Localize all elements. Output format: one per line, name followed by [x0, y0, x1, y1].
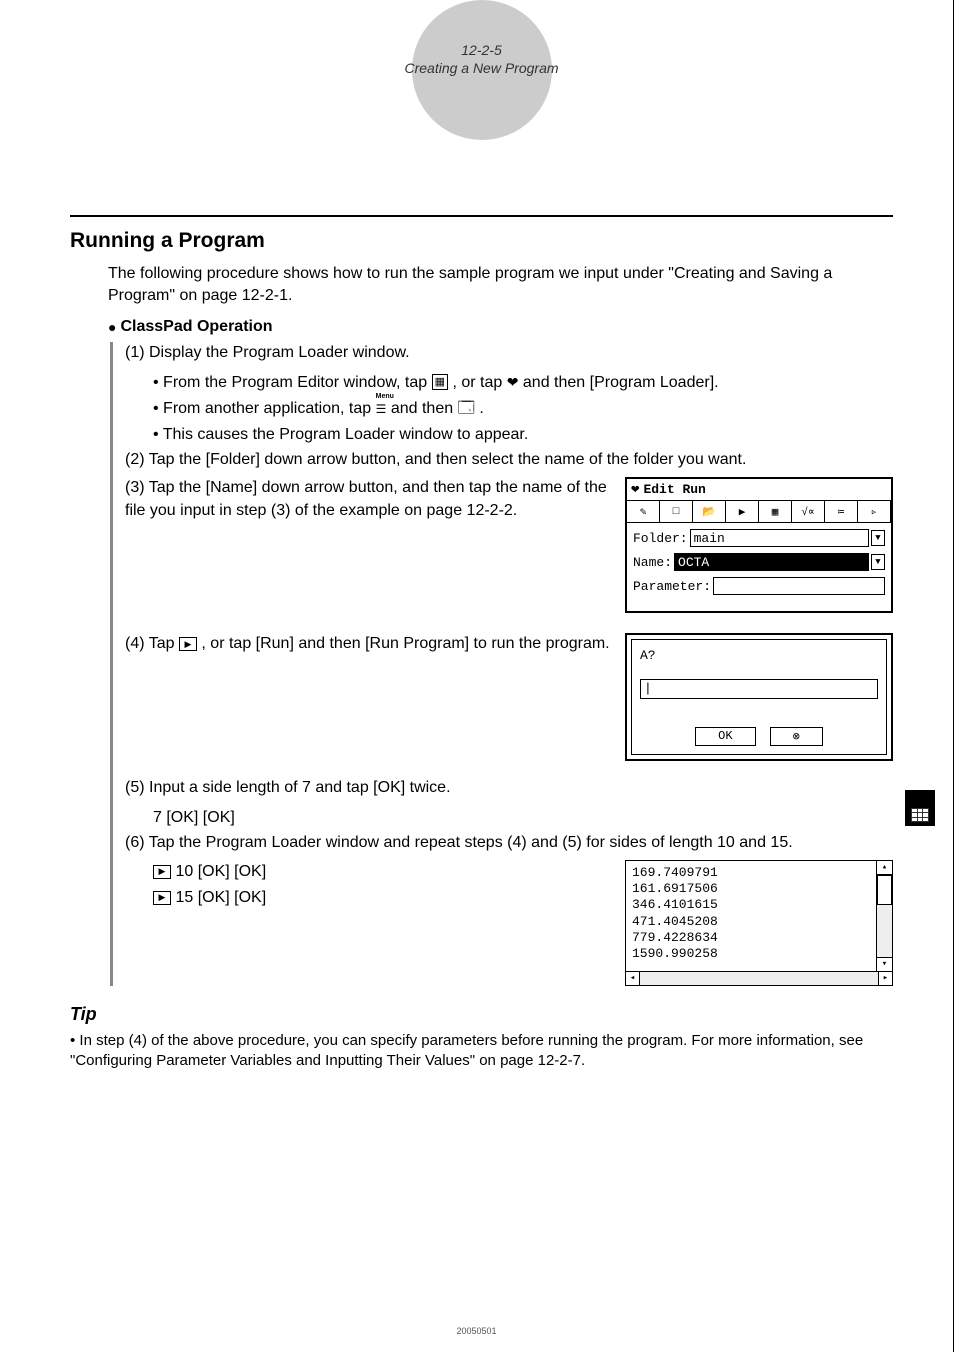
- dialog-input[interactable]: |: [640, 679, 878, 699]
- step-1b-pre: • From another application, tap: [153, 400, 376, 417]
- name-label: Name:: [633, 555, 672, 570]
- scroll-left-icon[interactable]: ◂: [626, 972, 640, 985]
- scroll-up-icon[interactable]: ▴: [877, 861, 892, 875]
- tip-title: Tip: [70, 1004, 893, 1025]
- bullet-icon: ●: [108, 319, 116, 335]
- scroll-thumb[interactable]: [877, 875, 892, 905]
- step-1a-post: and then [Program Loader].: [523, 374, 719, 391]
- input-dialog: A? | OK ⊗: [625, 633, 893, 761]
- section-title: Running a Program: [70, 229, 893, 253]
- step-1b-post: .: [479, 400, 483, 417]
- name-dropdown[interactable]: OCTA: [674, 553, 869, 571]
- program-loader-titlebar: ❤ Edit Run: [627, 479, 891, 501]
- toolbar-edit-icon[interactable]: ✎: [627, 501, 660, 522]
- dialog-prompt: A?: [640, 648, 878, 663]
- program-loader-toolbar: ✎ □ 📂 ▶ ▦ √∝ ≔ ▹: [627, 501, 891, 523]
- step-5a: 7 [OK] [OK]: [153, 806, 893, 830]
- step-4-pre: (4) Tap: [125, 635, 179, 652]
- step-6b: ▶ 15 [OK] [OK]: [153, 886, 611, 910]
- dialog-cancel-button[interactable]: ⊗: [770, 727, 823, 746]
- toolbar-new-icon[interactable]: □: [660, 501, 693, 522]
- step-3: (3) Tap the [Name] down arrow button, an…: [125, 477, 611, 522]
- folder-dropdown[interactable]: main: [690, 529, 869, 547]
- step-6b-text: 15 [OK] [OK]: [175, 889, 266, 906]
- output-text: 169.7409791 161.6917506 346.4101615 471.…: [626, 861, 876, 971]
- tip-body: • In step (4) of the above procedure, yo…: [70, 1031, 893, 1072]
- folder-value: main: [694, 531, 725, 546]
- page-ref: 12-2-5: [404, 42, 558, 58]
- loader-window-icon: ▦: [432, 374, 448, 390]
- toolbar-more-icon[interactable]: ▹: [858, 501, 891, 522]
- step-2: (2) Tap the [Folder] down arrow button, …: [125, 449, 893, 471]
- step-1a: • From the Program Editor window, tap ▦ …: [153, 371, 893, 395]
- output-window: 169.7409791 161.6917506 346.4101615 471.…: [625, 860, 893, 986]
- folder-dropdown-arrow-icon[interactable]: ▼: [871, 530, 885, 546]
- menu-icon-label: Menu: [376, 392, 394, 403]
- program-app-icon: 🗔: [458, 397, 475, 421]
- app-heart-icon: ❤: [631, 481, 639, 498]
- program-loader-title: Edit Run: [643, 482, 705, 497]
- toolbar-math-icon[interactable]: √∝: [792, 501, 825, 522]
- menu-icon: Menu☰: [376, 400, 387, 418]
- toolbar-run-icon[interactable]: ▶: [726, 501, 759, 522]
- step-6a: ▶ 10 [OK] [OK]: [153, 860, 611, 884]
- run-play-icon-3: ▶: [153, 891, 171, 905]
- dialog-ok-button[interactable]: OK: [695, 727, 755, 746]
- step-1a-pre: • From the Program Editor window, tap: [153, 374, 432, 391]
- operation-title-text: ClassPad Operation: [120, 318, 272, 335]
- step-5: (5) Input a side length of 7 and tap [OK…: [125, 777, 893, 799]
- page-subtitle: Creating a New Program: [404, 60, 558, 76]
- section-rule: [70, 215, 893, 217]
- operation-title: ●ClassPad Operation: [108, 318, 893, 336]
- step-6: (6) Tap the Program Loader window and re…: [125, 832, 893, 854]
- parameter-input[interactable]: [713, 577, 885, 595]
- footer-date: 20050501: [456, 1326, 496, 1336]
- dropdown-heart-icon: ❤: [507, 372, 519, 393]
- run-play-icon-2: ▶: [153, 865, 171, 879]
- name-value: OCTA: [678, 555, 709, 570]
- step-4: (4) Tap ▶ , or tap [Run] and then [Run P…: [125, 633, 611, 655]
- step-1: (1) Display the Program Loader window.: [125, 342, 893, 364]
- step-6a-text: 10 [OK] [OK]: [175, 863, 266, 880]
- header-badge: 12-2-5 Creating a New Program: [70, 30, 893, 175]
- step-1c: • This causes the Program Loader window …: [153, 423, 893, 447]
- step-1b-mid: and then: [391, 400, 458, 417]
- toolbar-open-icon[interactable]: 📂: [693, 501, 726, 522]
- folder-label: Folder:: [633, 531, 688, 546]
- step-1a-mid: , or tap: [452, 374, 506, 391]
- program-loader-window: ❤ Edit Run ✎ □ 📂 ▶ ▦ √∝ ≔ ▹: [625, 477, 893, 613]
- horizontal-scrollbar[interactable]: ◂ ▸: [626, 971, 892, 985]
- intro-paragraph: The following procedure shows how to run…: [108, 263, 893, 306]
- vertical-scrollbar[interactable]: ▴ ▾: [876, 861, 892, 971]
- step-4-post: , or tap [Run] and then [Run Program] to…: [201, 635, 609, 652]
- toolbar-window-icon[interactable]: ▦: [759, 501, 792, 522]
- side-calculator-icon: [905, 790, 935, 826]
- step-1b: • From another application, tap Menu☰ an…: [153, 397, 893, 421]
- name-dropdown-arrow-icon[interactable]: ▼: [871, 554, 885, 570]
- scroll-right-icon[interactable]: ▸: [878, 972, 892, 985]
- run-play-icon: ▶: [179, 637, 197, 651]
- parameter-label: Parameter:: [633, 579, 711, 594]
- toolbar-list-icon[interactable]: ≔: [825, 501, 858, 522]
- scroll-down-icon[interactable]: ▾: [877, 957, 892, 971]
